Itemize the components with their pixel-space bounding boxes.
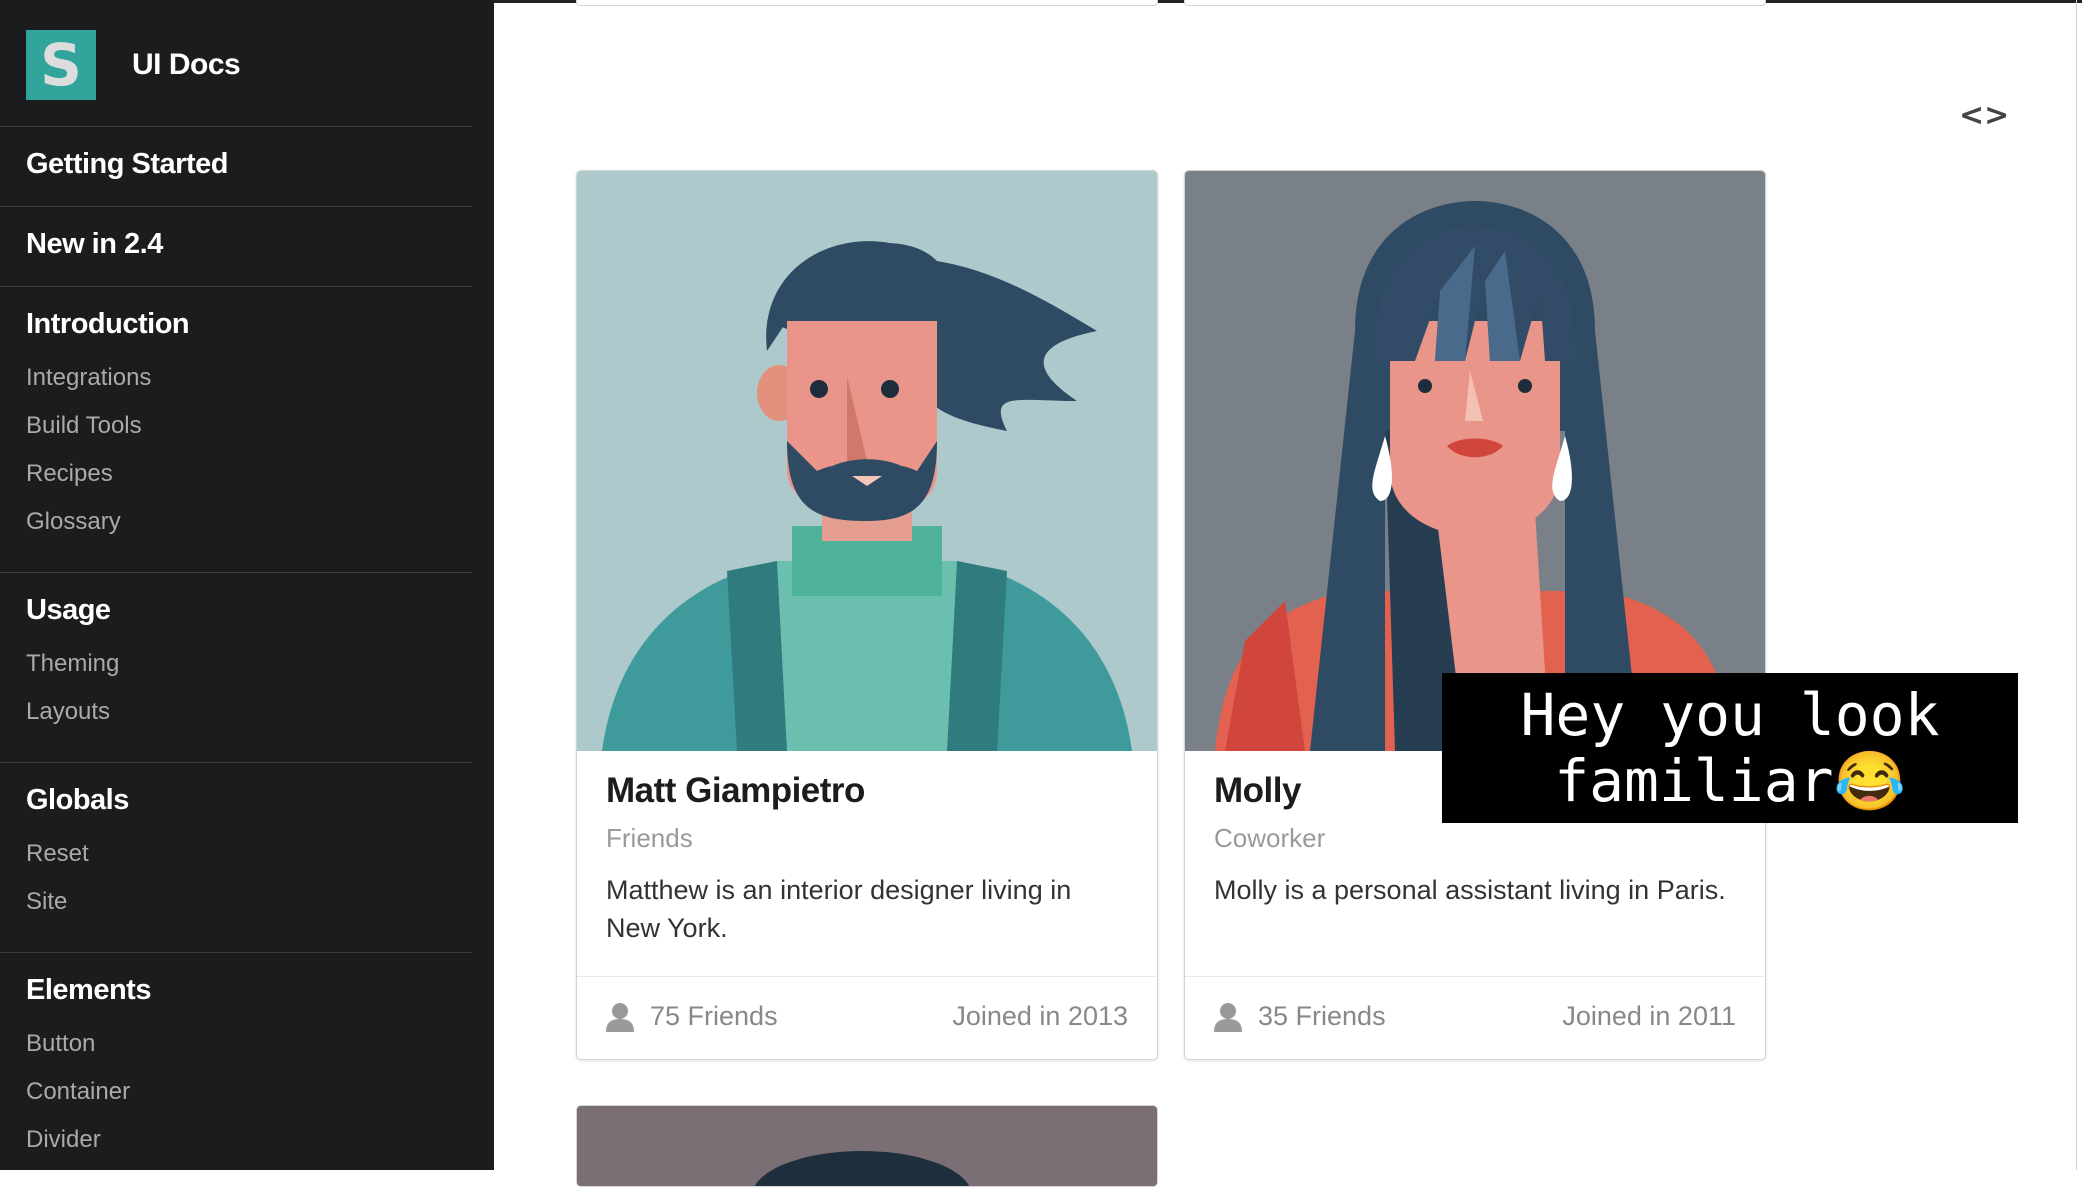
main-content: <> Matt Giampietro Friends Matthew is an… bbox=[494, 0, 2082, 1187]
card-image bbox=[1185, 171, 1765, 751]
sidebar-divider bbox=[0, 762, 472, 763]
card-name[interactable]: Matt Giampietro bbox=[606, 771, 865, 811]
card-stub bbox=[576, 0, 1158, 6]
sidebar-item-getting-started[interactable]: Getting Started bbox=[26, 148, 228, 181]
sidebar-item-divider[interactable]: Divider bbox=[26, 1126, 101, 1154]
card-description: Molly is a personal assistant living in … bbox=[1214, 875, 1726, 905]
card-stub bbox=[1184, 0, 1766, 6]
code-icon[interactable]: <> bbox=[1959, 96, 2009, 136]
friends-count: 35 Friends bbox=[1258, 1001, 1386, 1031]
user-card[interactable]: Matt Giampietro Friends Matthew is an in… bbox=[576, 170, 1158, 1060]
sidebar-divider bbox=[0, 952, 472, 953]
friends-count: 75 Friends bbox=[650, 1001, 778, 1031]
friends-link[interactable]: 35 Friends bbox=[1214, 1001, 1386, 1032]
card-meta: Friends bbox=[606, 823, 693, 853]
friends-link[interactable]: 75 Friends bbox=[606, 1001, 778, 1032]
caption-overlay: Hey you look familiar😂 bbox=[1442, 673, 2018, 823]
card-description: Matthew is an interior designer living i… bbox=[606, 875, 1072, 943]
user-icon bbox=[1214, 1002, 1242, 1032]
sidebar-divider bbox=[0, 286, 472, 287]
sidebar-item-theming[interactable]: Theming bbox=[26, 650, 119, 678]
card-extra: 75 Friends Joined in 2013 bbox=[577, 976, 1157, 1059]
joined-date: Joined in 2011 bbox=[1562, 1001, 1736, 1031]
sidebar-header-globals[interactable]: Globals bbox=[26, 784, 129, 817]
brand-name: UI Docs bbox=[132, 48, 241, 81]
sidebar-item-recipes[interactable]: Recipes bbox=[26, 460, 113, 488]
right-edge bbox=[2076, 0, 2077, 1170]
sidebar-item-integrations[interactable]: Integrations bbox=[26, 364, 151, 392]
card-extra: 35 Friends Joined in 2011 bbox=[1185, 976, 1765, 1059]
sidebar-item-new-in[interactable]: New in 2.4 bbox=[26, 228, 163, 261]
woman-avatar-illustration bbox=[1185, 171, 1765, 751]
sidebar: S UI Docs Getting Started New in 2.4 Int… bbox=[0, 0, 494, 1170]
caption-line-2: familiar😂 bbox=[1554, 747, 1906, 815]
avatar-hair-illustration bbox=[577, 1106, 1157, 1186]
sidebar-header-usage[interactable]: Usage bbox=[26, 594, 111, 627]
user-card[interactable]: Molly Coworker Molly is a personal assis… bbox=[1184, 170, 1766, 1060]
sidebar-header-elements[interactable]: Elements bbox=[26, 974, 151, 1007]
user-card-partial[interactable] bbox=[576, 1105, 1158, 1187]
brand[interactable]: S UI Docs bbox=[26, 30, 241, 100]
sidebar-item-reset[interactable]: Reset bbox=[26, 840, 89, 868]
sidebar-divider bbox=[0, 572, 472, 573]
sidebar-header-introduction[interactable]: Introduction bbox=[26, 308, 190, 341]
card-meta: Coworker bbox=[1214, 823, 1326, 853]
sidebar-item-build-tools[interactable]: Build Tools bbox=[26, 412, 142, 440]
caption-line-1: Hey you look bbox=[1520, 681, 1940, 749]
joined-date: Joined in 2013 bbox=[952, 1001, 1128, 1031]
brand-logo: S bbox=[26, 30, 96, 100]
sidebar-item-button[interactable]: Button bbox=[26, 1030, 95, 1058]
man-avatar-illustration bbox=[577, 171, 1157, 751]
sidebar-divider bbox=[0, 206, 472, 207]
sidebar-item-layouts[interactable]: Layouts bbox=[26, 698, 110, 726]
sidebar-item-container[interactable]: Container bbox=[26, 1078, 130, 1106]
sidebar-item-site[interactable]: Site bbox=[26, 888, 67, 916]
user-icon bbox=[606, 1002, 634, 1032]
card-image bbox=[577, 171, 1157, 751]
card-name[interactable]: Molly bbox=[1214, 771, 1301, 811]
sidebar-divider bbox=[0, 126, 472, 127]
sidebar-item-glossary[interactable]: Glossary bbox=[26, 508, 121, 536]
